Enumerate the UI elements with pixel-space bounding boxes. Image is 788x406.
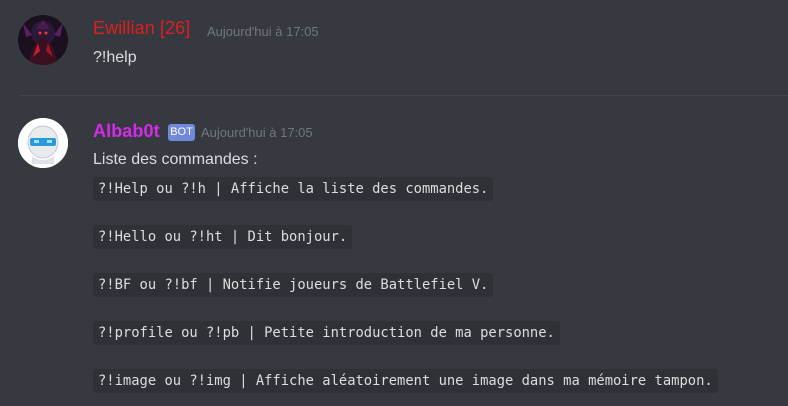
command-line: ?!Hello ou ?!ht | Dit bonjour. bbox=[93, 225, 353, 249]
command-line: ?!profile ou ?!pb | Petite introduction … bbox=[93, 321, 560, 345]
command-line: ?!Help ou ?!h | Affiche la liste des com… bbox=[93, 177, 494, 201]
bot-badge: BOT bbox=[168, 124, 195, 141]
username-albab0t[interactable]: Albab0t bbox=[93, 121, 160, 142]
command-line: ?!BF ou ?!bf | Notifie joueurs de Battle… bbox=[93, 273, 494, 297]
message-text: Liste des commandes : bbox=[93, 151, 258, 168]
timestamp: Aujourd'hui à 17:05 bbox=[201, 125, 313, 140]
timestamp: Aujourd'hui à 17:05 bbox=[207, 24, 319, 39]
avatar-albab0t[interactable] bbox=[18, 118, 68, 168]
message-divider bbox=[20, 95, 788, 96]
username-ewillian[interactable]: Ewillian [26] bbox=[93, 18, 190, 39]
avatar-ewillian[interactable] bbox=[18, 15, 68, 65]
chat-messages: Ewillian [26] Aujourd'hui à 17:05 ?!help… bbox=[0, 0, 788, 406]
message-text: ?!help bbox=[93, 49, 137, 66]
command-line: ?!image ou ?!img | Affiche aléatoirement… bbox=[93, 369, 718, 393]
